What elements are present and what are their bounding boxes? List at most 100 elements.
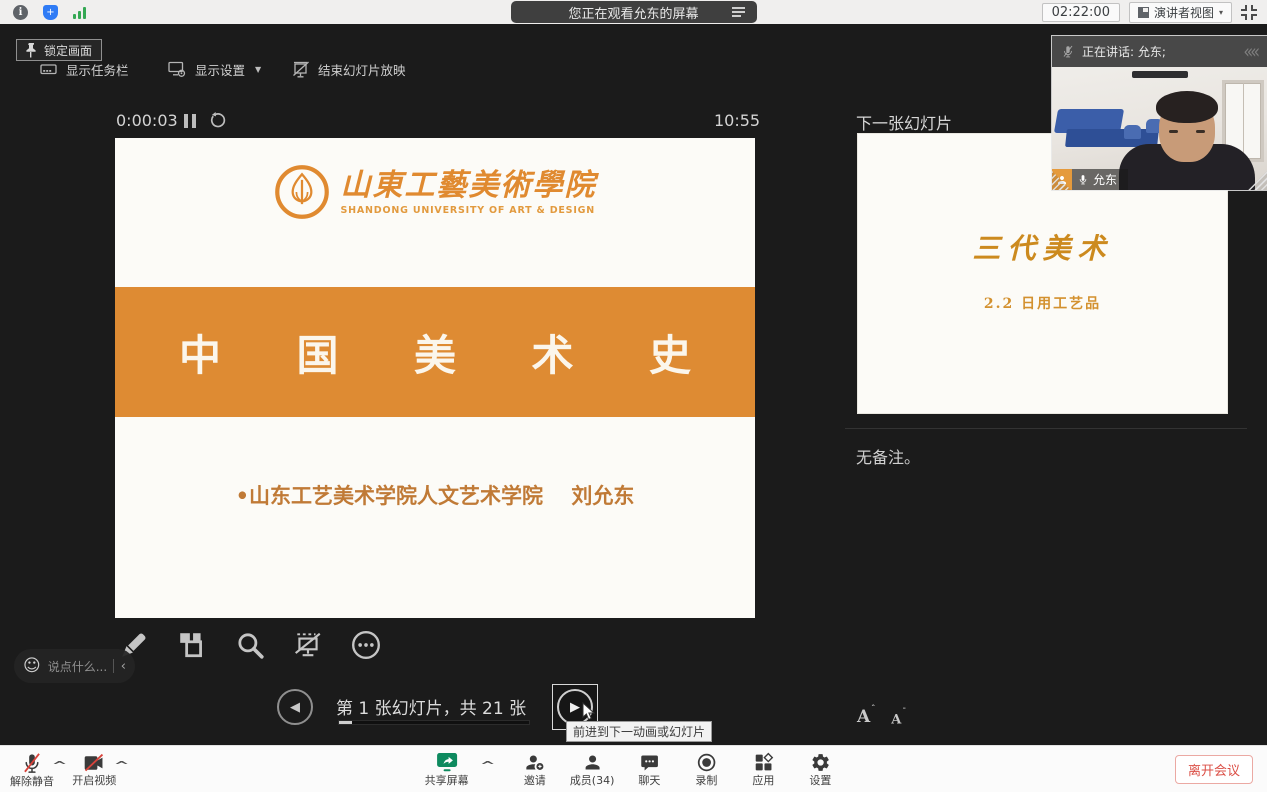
slide-navigator-button[interactable]	[176, 627, 208, 663]
leave-meeting-button[interactable]: 离开会议	[1175, 755, 1253, 784]
title-char: 史	[649, 322, 691, 383]
unmute-button[interactable]: 解除静音	[10, 752, 54, 787]
pause-timer-button[interactable]	[184, 114, 196, 128]
decrease-font-button[interactable]: Aˉ	[891, 710, 905, 727]
screen-toolbar-icon[interactable]	[732, 7, 745, 17]
presenter-topbar-right: 02:22:00 演讲者视图 ▾	[1042, 2, 1267, 23]
settings-button[interactable]: 设置	[798, 752, 842, 786]
record-button[interactable]: 录制	[684, 752, 728, 786]
taskbar-icon	[40, 61, 58, 77]
gear-icon	[810, 752, 831, 773]
invite-label: 邀请	[524, 775, 546, 786]
record-label: 录制	[695, 775, 717, 786]
next-slide-panel-label: 下一张幻灯片	[856, 110, 952, 134]
settings-label: 设置	[809, 775, 831, 786]
speaking-status-text: 正在讲话: 允东;	[1082, 43, 1166, 60]
notes-pane-divider	[845, 428, 1247, 429]
chat-overlay: ☺ 说点什么... ‹	[14, 649, 135, 683]
chevron-up-icon[interactable]: ^	[114, 759, 130, 772]
slideshow-duration: 02:22:00	[1042, 3, 1120, 22]
slide-title-band: 中 国 美 术 史	[115, 287, 755, 417]
start-video-button[interactable]: 开启视频	[72, 753, 116, 786]
right-arrow-icon: ▶	[570, 700, 580, 715]
restart-timer-button[interactable]	[210, 112, 227, 133]
title-char: 美	[414, 322, 456, 383]
speaker-face	[1159, 98, 1215, 162]
invite-button[interactable]: 邀请	[513, 752, 557, 786]
speaker-status-bar: 正在讲话: 允东; ««	[1052, 36, 1267, 67]
title-char: 中	[179, 322, 221, 383]
chat-input[interactable]: 说点什么...	[48, 658, 106, 675]
display-settings-label: 显示设置	[195, 60, 245, 79]
view-mode-label: 演讲者视图	[1154, 4, 1214, 21]
zoom-slide-button[interactable]	[234, 627, 266, 663]
muted-mic-icon	[22, 752, 42, 774]
lock-screen-label: 锁定画面	[44, 42, 92, 59]
left-arrow-icon: ◀	[290, 700, 300, 715]
share-screen-icon	[436, 752, 458, 773]
increase-font-button[interactable]: Aˆ	[857, 707, 874, 727]
display-settings-button[interactable]: 显示设置 ▼	[168, 58, 261, 80]
meeting-screen: i + 您正在观看允东的屏幕 02:22:00 演讲者视图 ▾ 锁定画面 显示任…	[0, 0, 1267, 792]
end-slideshow-button[interactable]: 结束幻灯片放映	[292, 58, 406, 80]
members-label: 成员(34)	[570, 775, 615, 786]
slide-position-text: 第 1 张幻灯片，共 21 张	[336, 694, 526, 719]
speaker-name: 允东	[1093, 171, 1117, 188]
speaker-name-strip: 允东	[1072, 169, 1128, 190]
emoji-icon[interactable]: ☺	[23, 658, 41, 675]
view-mode-selector[interactable]: 演讲者视图 ▾	[1129, 2, 1232, 23]
black-screen-button[interactable]	[292, 627, 324, 663]
speaker-notes: 无备注。	[856, 444, 920, 468]
watching-screen-banner[interactable]: 您正在观看允东的屏幕	[511, 1, 757, 23]
university-emblem-icon	[274, 164, 330, 220]
slide-progress-bar[interactable]	[338, 720, 530, 725]
start-video-label: 开启视频	[72, 775, 116, 786]
logo-chinese-name: 山東工藝美術學院	[341, 169, 597, 202]
unmute-label: 解除静音	[10, 776, 54, 787]
wall-clock: 10:55	[714, 111, 760, 130]
previous-slide-button[interactable]: ◀	[277, 689, 313, 725]
current-slide: 山東工藝美術學院 SHANDONG UNIVERSITY OF ART & DE…	[115, 138, 755, 618]
resize-corners-icon[interactable]	[1241, 5, 1257, 20]
speaker-video-thumbnail[interactable]: 正在讲话: 允东; «« 允东	[1052, 36, 1267, 190]
chat-label: 聊天	[638, 775, 660, 786]
apps-button[interactable]: 应用	[741, 752, 785, 786]
show-taskbar-button[interactable]: 显示任务栏	[40, 58, 129, 80]
members-button[interactable]: 成员(34)	[570, 752, 615, 786]
network-signal-icon[interactable]	[73, 6, 86, 19]
restart-icon	[210, 112, 227, 129]
chat-button[interactable]: 聊天	[627, 753, 671, 786]
next-slide-title: 三代美术	[858, 227, 1227, 267]
muted-mic-icon	[1062, 44, 1074, 59]
slide-byline: •山东工艺美术学院人文艺术学院 刘允东	[115, 480, 755, 510]
blank-screen-icon	[292, 630, 324, 660]
apps-label: 应用	[752, 775, 774, 786]
collapse-chat-icon[interactable]: ‹	[121, 659, 126, 674]
end-slideshow-icon	[292, 61, 310, 78]
pin-icon	[26, 43, 37, 58]
presenter-tools	[118, 627, 382, 663]
logo-english-name: SHANDONG UNIVERSITY OF ART & DESIGN	[341, 205, 597, 216]
shield-protect-icon[interactable]: +	[43, 5, 58, 20]
layout-icon	[1138, 7, 1149, 18]
status-icons: i +	[0, 5, 86, 20]
record-icon	[696, 752, 717, 773]
end-slideshow-label: 结束幻灯片放映	[318, 60, 406, 79]
info-icon[interactable]: i	[13, 5, 28, 20]
mic-icon	[1078, 173, 1088, 186]
chat-bubble-icon	[639, 753, 660, 773]
elapsed-timer: 0:00:03	[116, 111, 178, 130]
next-slide-subtitle: 2.2 日用工艺品	[858, 293, 1227, 313]
slides-grid-icon	[177, 630, 207, 660]
invite-person-icon	[524, 752, 546, 773]
share-screen-button[interactable]: 共享屏幕	[425, 752, 469, 786]
notes-font-controls: Aˆ Aˉ	[857, 707, 905, 727]
chevron-up-icon[interactable]: ^	[479, 759, 495, 772]
chevron-up-icon[interactable]: ^	[52, 759, 68, 772]
meeting-toolbar: 解除静音 ^ 开启视频 ^ 共享屏幕 ^ 邀请 成员(34)	[0, 745, 1267, 792]
show-taskbar-label: 显示任务栏	[66, 60, 129, 79]
ellipsis-icon	[350, 629, 382, 661]
collapse-video-icon[interactable]: ««	[1243, 40, 1257, 63]
more-options-button[interactable]	[350, 627, 382, 663]
mouse-cursor	[582, 702, 595, 725]
